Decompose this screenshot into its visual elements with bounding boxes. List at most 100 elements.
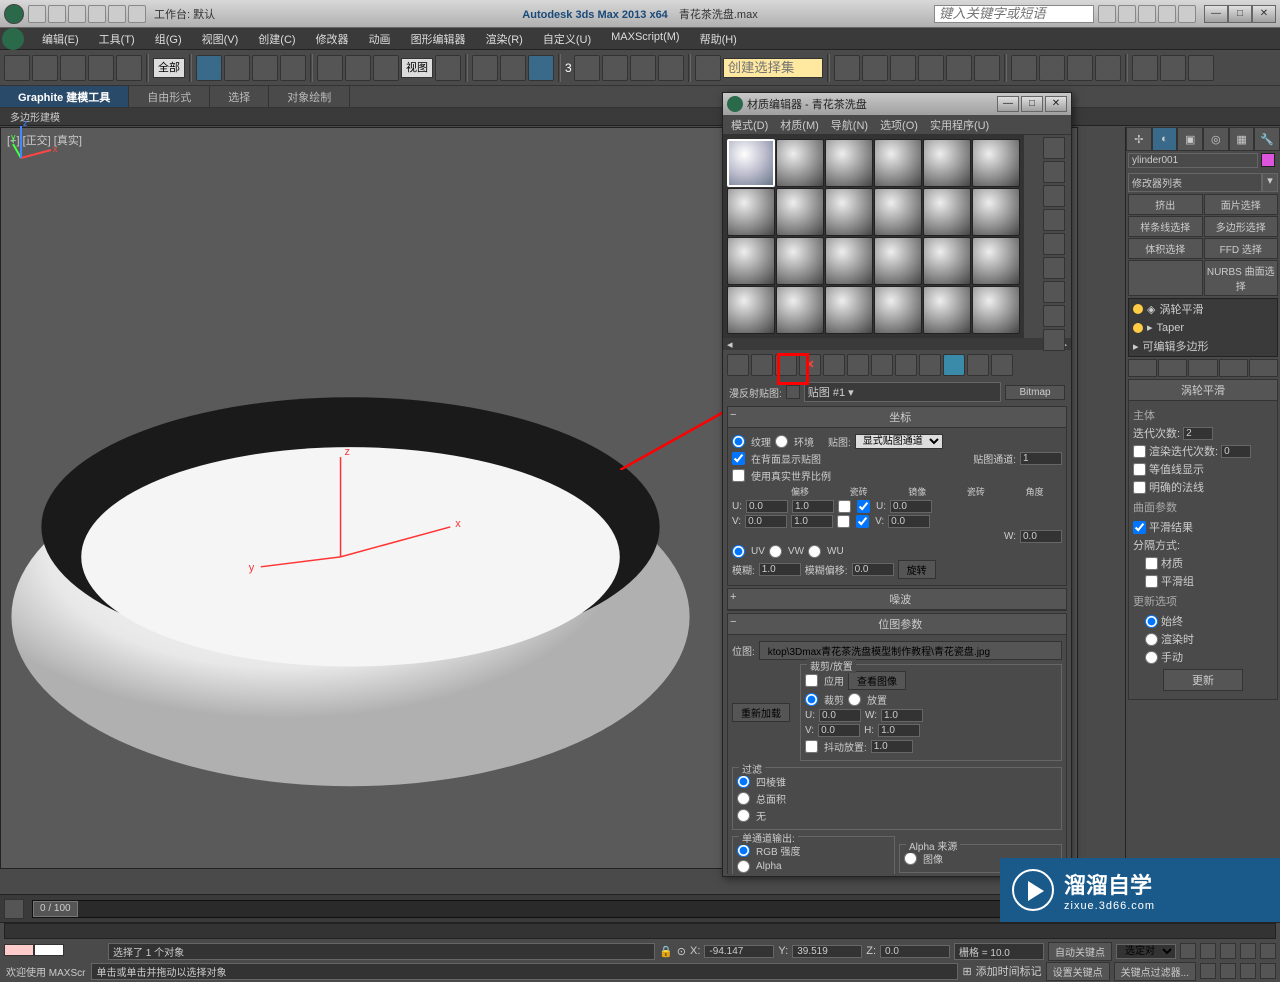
y-coord[interactable]: 39.519: [792, 945, 862, 958]
schematic-icon[interactable]: [974, 55, 1000, 81]
maximize-button[interactable]: □: [1228, 5, 1252, 23]
uv-radio[interactable]: [732, 545, 745, 558]
manipulate-icon[interactable]: [472, 55, 498, 81]
material-slot[interactable]: [923, 237, 971, 285]
material-slot[interactable]: [972, 139, 1020, 187]
snap-icon[interactable]: [528, 55, 554, 81]
alpha-radio[interactable]: [737, 860, 750, 873]
render-setup-icon[interactable]: [1039, 55, 1065, 81]
tab-freeform[interactable]: 自由形式: [129, 86, 210, 107]
vw-radio[interactable]: [769, 545, 782, 558]
v-tile-check[interactable]: [856, 515, 869, 528]
material-editor-icon[interactable]: [1011, 55, 1037, 81]
sample-type-icon[interactable]: [1043, 137, 1065, 159]
background-icon[interactable]: [1043, 185, 1065, 207]
scale-icon[interactable]: [373, 55, 399, 81]
menu-help[interactable]: 帮助(H): [690, 28, 747, 49]
matmenu-options[interactable]: 选项(O): [876, 117, 922, 133]
reset-material-icon[interactable]: ✕: [799, 354, 821, 376]
listener-tab1[interactable]: [4, 944, 34, 956]
open-icon[interactable]: [48, 5, 66, 23]
bind-icon[interactable]: [116, 55, 142, 81]
exchange-icon[interactable]: [1158, 5, 1176, 23]
signin-icon[interactable]: [1138, 5, 1156, 23]
matmenu-material[interactable]: 材质(M): [776, 117, 823, 133]
keyfilter-button[interactable]: 关键点过滤器...: [1114, 962, 1196, 981]
material-slot[interactable]: [825, 188, 873, 236]
render-iter-spinner[interactable]: [1221, 445, 1251, 458]
mapping-dropdown[interactable]: 显式贴图通道: [855, 434, 943, 449]
star-icon[interactable]: [1118, 5, 1136, 23]
tab-modify-icon[interactable]: ◐: [1152, 127, 1178, 151]
smooth-result-check[interactable]: [1133, 521, 1146, 534]
workspace-label[interactable]: 工作台: 默认: [154, 6, 215, 22]
tab-motion-icon[interactable]: ◎: [1203, 127, 1229, 151]
nav-orbit-icon[interactable]: [1240, 963, 1256, 979]
rollout-header[interactable]: 涡轮平滑: [1129, 380, 1277, 401]
normals-check[interactable]: [1133, 481, 1146, 494]
listener-tab2[interactable]: [34, 944, 64, 956]
matid-icon[interactable]: [895, 354, 917, 376]
app-logo-icon[interactable]: [4, 4, 24, 24]
u-mirror-check[interactable]: [838, 500, 851, 513]
menu-views[interactable]: 视图(V): [192, 28, 249, 49]
stack-turbosmooth[interactable]: ◈ 涡轮平滑: [1129, 299, 1277, 319]
mirror-icon[interactable]: [834, 55, 860, 81]
z-coord[interactable]: 0.0: [880, 945, 950, 958]
matmenu-mode[interactable]: 模式(D): [727, 117, 772, 133]
menu-customize[interactable]: 自定义(U): [533, 28, 601, 49]
maxscript-listener[interactable]: 欢迎使用 MAXScr: [4, 962, 87, 981]
material-slot[interactable]: [825, 286, 873, 334]
close-button[interactable]: ✕: [1252, 5, 1276, 23]
infocenter-icon[interactable]: [1098, 5, 1116, 23]
align-icon[interactable]: [862, 55, 888, 81]
w-angle-spinner[interactable]: [1020, 530, 1062, 543]
named-selset-input[interactable]: [723, 58, 823, 78]
material-slot[interactable]: [874, 188, 922, 236]
stack-taper[interactable]: ▸ Taper: [1129, 319, 1277, 336]
object-color-swatch[interactable]: [1261, 153, 1275, 167]
crop-h-spinner[interactable]: [878, 724, 920, 737]
u-offset-spinner[interactable]: [746, 500, 788, 513]
videocheck-icon[interactable]: [1043, 233, 1065, 255]
center-icon[interactable]: [435, 55, 461, 81]
crop-w-spinner[interactable]: [881, 709, 923, 722]
new-icon[interactable]: [28, 5, 46, 23]
material-slot[interactable]: [972, 237, 1020, 285]
material-slot-1[interactable]: [727, 139, 775, 187]
modifier-list-dropdown[interactable]: 修改器列表 ▾: [1128, 173, 1278, 192]
wu-radio[interactable]: [808, 545, 821, 558]
v-tile-spinner[interactable]: [791, 515, 833, 528]
material-slot[interactable]: [776, 188, 824, 236]
go-parent-icon[interactable]: [967, 354, 989, 376]
showback-check[interactable]: [732, 452, 745, 465]
teapot-icon[interactable]: [1132, 55, 1158, 81]
stack-editpoly[interactable]: ▸ 可编辑多边形: [1129, 336, 1277, 356]
tab-objectpaint[interactable]: 对象绘制: [269, 86, 350, 107]
options-icon[interactable]: [1043, 281, 1065, 303]
selbtn-spline[interactable]: 样条线选择: [1128, 216, 1203, 237]
menu-edit[interactable]: 编辑(E): [32, 28, 89, 49]
play-start-icon[interactable]: [1180, 943, 1196, 959]
remove-icon[interactable]: [1219, 359, 1248, 377]
v-offset-spinner[interactable]: [745, 515, 787, 528]
pin-icon[interactable]: [1128, 359, 1157, 377]
viewimage-button[interactable]: 查看图像: [848, 671, 906, 690]
material-slot[interactable]: [727, 286, 775, 334]
noise-header[interactable]: +噪波: [728, 589, 1066, 610]
uvtile-icon[interactable]: [1043, 209, 1065, 231]
none-radio[interactable]: [737, 809, 750, 822]
u-tile-check[interactable]: [857, 500, 870, 513]
selbtn-extrude[interactable]: 挤出: [1128, 194, 1203, 215]
material-slot[interactable]: [972, 286, 1020, 334]
render-icon[interactable]: [1095, 55, 1121, 81]
crop-u-spinner[interactable]: [819, 709, 861, 722]
selbtn-empty[interactable]: [1128, 260, 1203, 296]
app-menu-icon[interactable]: [2, 28, 24, 50]
material-slot[interactable]: [776, 286, 824, 334]
play-icon[interactable]: [1220, 943, 1236, 959]
materialmap-icon[interactable]: [1043, 329, 1065, 351]
show-end-result-icon[interactable]: [943, 354, 965, 376]
undo-icon[interactable]: [4, 55, 30, 81]
iterations-spinner[interactable]: [1183, 427, 1213, 440]
